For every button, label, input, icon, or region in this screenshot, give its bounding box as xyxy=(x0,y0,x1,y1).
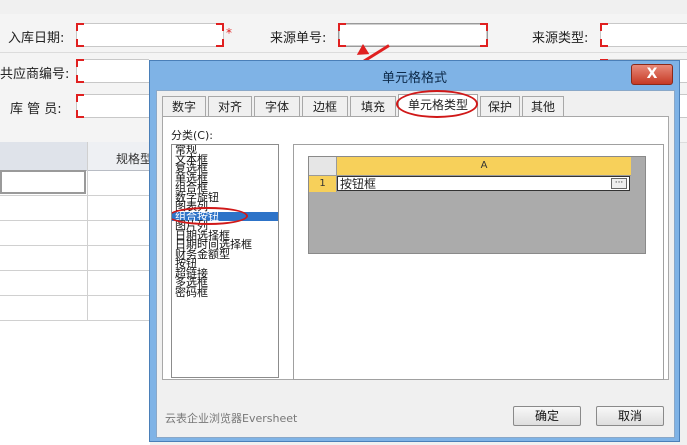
grid-row-line xyxy=(0,320,150,321)
dialog-title: 单元格格式 xyxy=(381,71,447,86)
tab-label: 字体 xyxy=(264,100,289,114)
tab-protection[interactable]: 保护 xyxy=(480,96,520,116)
tab-alignment[interactable]: 对齐 xyxy=(208,96,252,116)
supplier-no-label: 共应商编号: xyxy=(0,67,70,82)
required-star: * xyxy=(226,26,232,40)
tab-number[interactable]: 数字 xyxy=(162,96,206,116)
tab-font[interactable]: 字体 xyxy=(254,96,300,116)
tab-label: 单元格类型 xyxy=(407,98,468,112)
source-type-field[interactable] xyxy=(600,23,687,47)
preview-column-header: A xyxy=(337,157,631,176)
dialog-title-bar[interactable]: 单元格格式 X xyxy=(150,61,679,89)
cancel-button[interactable]: 取消 xyxy=(596,406,664,426)
preview-corner xyxy=(309,157,337,176)
category-item[interactable]: 密码框 xyxy=(172,287,278,297)
grid-row-line xyxy=(0,220,150,221)
grid-selected-cell[interactable] xyxy=(0,170,86,194)
ellipsis-button[interactable]: ··· xyxy=(611,178,627,189)
brand-text: 云表企业浏览器Eversheet xyxy=(165,412,298,425)
grid-row-line xyxy=(0,295,150,296)
grid-row-line xyxy=(0,195,150,196)
source-no-label: 来源单号: xyxy=(270,31,327,46)
tab-label: 其他 xyxy=(530,100,555,114)
source-no-field[interactable] xyxy=(338,23,488,47)
category-highlight-oval xyxy=(172,207,248,225)
preview-grid: A 1 按钮框 ··· xyxy=(308,156,646,254)
dialog-body: 数字 对齐 字体 边框 填充 单元格类型 保护 其他 分类(C): 常规 文本框… xyxy=(156,90,675,438)
supplier-no-field[interactable] xyxy=(76,59,149,83)
tab-label: 填充 xyxy=(360,100,385,114)
category-list[interactable]: 常规 文本框 复选框 单选框 组合框 数字旋钮 图表列 组合按钮 图片列 日期选… xyxy=(171,144,279,378)
grid-divider xyxy=(87,142,88,320)
keeper-field[interactable] xyxy=(76,94,149,118)
tab-label: 保护 xyxy=(487,100,512,114)
close-icon: X xyxy=(646,66,658,82)
in-date-field[interactable] xyxy=(76,23,224,47)
grid-header-spec: 规格型 xyxy=(116,152,153,166)
cell-preview: A 1 按钮框 ··· xyxy=(293,144,664,380)
grid-row-line xyxy=(0,245,150,246)
tab-border[interactable]: 边框 xyxy=(302,96,348,116)
tab-cell-type[interactable]: 单元格类型 xyxy=(398,94,478,117)
cell-format-dialog: 单元格格式 X 数字 对齐 字体 边框 填充 单元格类型 保护 其他 分类(C)… xyxy=(149,60,680,442)
tab-label: 对齐 xyxy=(217,100,242,114)
tab-label: 边框 xyxy=(312,100,337,114)
keeper-label: 库 管 员: xyxy=(10,102,62,117)
in-date-label: 入库日期: xyxy=(8,31,65,46)
grid-row-line xyxy=(0,270,150,271)
cell-type-panel: 分类(C): 常规 文本框 复选框 单选框 组合框 数字旋钮 图表列 组合按钮 … xyxy=(162,116,669,380)
tab-label: 数字 xyxy=(171,100,196,114)
preview-cell-value: 按钮框 xyxy=(340,177,377,191)
preview-cell[interactable]: 按钮框 ··· xyxy=(337,176,630,191)
ok-button[interactable]: 确定 xyxy=(513,406,581,426)
preview-row-header: 1 xyxy=(309,176,337,192)
tab-fill[interactable]: 填充 xyxy=(350,96,396,116)
grid-header-col-1 xyxy=(0,142,88,171)
close-button[interactable]: X xyxy=(631,64,673,85)
category-label: 分类(C): xyxy=(171,129,213,142)
tab-other[interactable]: 其他 xyxy=(522,96,564,116)
source-type-label: 来源类型: xyxy=(532,31,589,46)
